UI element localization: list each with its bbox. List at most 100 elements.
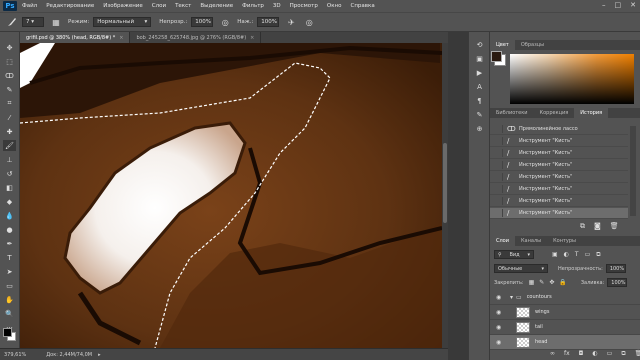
zoom-level[interactable]: 379,61% <box>4 352 26 358</box>
mask-icon[interactable]: ◘ <box>579 350 584 358</box>
fill-field[interactable]: 100% <box>607 278 628 287</box>
history-item[interactable]: / Инструмент "Кисть" <box>490 196 628 207</box>
eye-icon[interactable]: ◉ <box>496 309 506 316</box>
tab-adjustments[interactable]: Коррекция <box>534 108 575 118</box>
menu-help[interactable]: Справка <box>350 3 374 9</box>
layer-row-group[interactable]: ◉ ▾ ▭ countours <box>490 290 640 305</box>
foreground-color-swatch[interactable] <box>3 328 12 337</box>
pen-tool-icon[interactable]: ✒ <box>3 238 16 249</box>
fx-icon[interactable]: fx <box>564 350 570 358</box>
history-scrollbar[interactable] <box>630 126 636 216</box>
history-item[interactable]: / Инструмент "Кисть" <box>490 160 628 171</box>
history-item-selected[interactable]: / Инструмент "Кисть" <box>490 208 628 219</box>
pressure-size-icon[interactable]: ◎ <box>303 16 315 28</box>
brush-panel-icon[interactable]: ▦ <box>50 16 62 28</box>
pressure-opacity-icon[interactable]: ◎ <box>219 16 231 28</box>
menu-3d[interactable]: 3D <box>273 3 281 9</box>
close-tab-icon[interactable]: × <box>250 35 254 41</box>
brush-size-picker[interactable]: 7 ▾ <box>22 17 44 27</box>
color-spectrum[interactable] <box>510 54 634 104</box>
tab-color[interactable]: Цвет <box>490 40 515 50</box>
new-layer-icon[interactable]: ⧉ <box>621 350 625 358</box>
menu-window[interactable]: Окно <box>327 3 342 9</box>
lock-all-icon[interactable]: 🔒 <box>559 279 566 286</box>
tab-swatches[interactable]: Образцы <box>515 40 550 50</box>
shape-tool-icon[interactable]: ▭ <box>3 280 16 291</box>
adjustment-icon[interactable]: ◐ <box>592 350 597 358</box>
filter-smart-icon[interactable]: ⧉ <box>596 251 600 259</box>
layer-opacity-field[interactable]: 100% <box>605 264 626 273</box>
type-tool-icon[interactable]: T <box>3 252 16 263</box>
path-select-icon[interactable]: ➤ <box>3 266 16 277</box>
eye-icon[interactable]: ◉ <box>496 339 506 346</box>
eraser-icon[interactable]: ◧ <box>3 182 16 193</box>
menu-type[interactable]: Текст <box>175 3 191 9</box>
expand-arrow-icon[interactable]: ▾ <box>510 294 513 301</box>
menu-view[interactable]: Просмотр <box>290 3 318 9</box>
status-arrow-icon[interactable]: ▸ <box>98 352 101 358</box>
minimize-icon[interactable]: – <box>602 1 606 9</box>
document-canvas[interactable] <box>20 43 442 348</box>
filter-shape-icon[interactable]: ▭ <box>585 251 591 259</box>
crop-tool-icon[interactable]: ⌗ <box>3 98 16 109</box>
brush-tool-icon[interactable] <box>6 16 18 28</box>
tab-channels[interactable]: Каналы <box>515 236 547 246</box>
zoom-tool-icon[interactable]: 🔍 <box>3 308 16 319</box>
blend-mode-select[interactable]: Обычные ▾ <box>494 264 548 273</box>
mode-select[interactable]: Нормальный ▾ <box>93 17 152 27</box>
quick-select-icon[interactable]: ✎ <box>3 84 16 95</box>
opacity-field[interactable]: 100% <box>191 17 214 27</box>
tab-layers[interactable]: Слои <box>490 236 515 246</box>
history-item[interactable]: / Инструмент "Кисть" <box>490 136 628 147</box>
menu-edit[interactable]: Редактирование <box>46 3 94 9</box>
menu-file[interactable]: Файл <box>22 3 37 9</box>
blur-tool-icon[interactable]: 💧 <box>3 210 16 221</box>
history-item[interactable]: / Инструмент "Кисть" <box>490 184 628 195</box>
color-fg-swatch[interactable] <box>491 51 502 62</box>
lock-transparent-icon[interactable]: ▦ <box>529 279 535 286</box>
filter-type-icon[interactable]: T <box>575 251 579 259</box>
paint-bucket-icon[interactable]: ◆ <box>3 196 16 207</box>
link-icon[interactable]: ∞ <box>550 350 555 358</box>
dodge-tool-icon[interactable]: ● <box>3 224 16 235</box>
character-icon[interactable]: A <box>474 82 485 92</box>
menu-filter[interactable]: Фильтр <box>242 3 264 9</box>
menu-select[interactable]: Выделение <box>200 3 233 9</box>
layer-row[interactable]: ◉ tail <box>490 320 640 335</box>
tab-grifil[interactable]: grifil.psd @ 380% (head, RGB/8#) * × <box>20 32 131 43</box>
new-snapshot-icon[interactable]: ⧉ <box>580 222 585 231</box>
eye-icon[interactable]: ◉ <box>496 294 506 301</box>
filter-pixel-icon[interactable]: ▣ <box>552 251 558 259</box>
tab-bob[interactable]: bob_245258_625748.jpg @ 276% (RGB/8#) × <box>130 32 262 43</box>
lock-paint-icon[interactable]: ✎ <box>539 279 544 286</box>
layer-row[interactable]: ◉ wings <box>490 305 640 320</box>
history-item[interactable]: / Инструмент "Кисть" <box>490 148 628 159</box>
menu-layers[interactable]: Слои <box>152 3 166 9</box>
scrollbar-thumb[interactable] <box>443 143 447 223</box>
fg-bg-colors[interactable] <box>3 328 16 341</box>
tab-history[interactable]: История <box>574 108 609 118</box>
trash-icon[interactable]: 🗑 <box>610 222 619 231</box>
lock-move-icon[interactable]: ✥ <box>549 279 554 286</box>
history-icon[interactable]: ⟲ <box>474 40 485 50</box>
camera-icon[interactable]: ◙ <box>594 222 601 231</box>
history-item[interactable]: ↀ Прямолинейное лассо <box>490 124 628 135</box>
hand-tool-icon[interactable]: ✋ <box>3 294 16 305</box>
eyedropper-icon[interactable]: ⁄ <box>3 112 16 123</box>
eye-icon[interactable]: ◉ <box>496 324 506 331</box>
brushes-icon[interactable]: ✎ <box>474 110 485 120</box>
paragraph-icon[interactable]: ¶ <box>474 96 485 106</box>
healing-brush-icon[interactable]: ✚ <box>3 126 16 137</box>
filter-adjust-icon[interactable]: ◐ <box>564 251 569 259</box>
layer-filter-select[interactable]: ⚲ Вид ▾ <box>494 250 534 259</box>
flow-field[interactable]: 100% <box>257 17 280 27</box>
clone-stamp-icon[interactable]: ⊥ <box>3 154 16 165</box>
airbrush-icon[interactable]: ✈ <box>285 16 297 28</box>
history-item[interactable]: / Инструмент "Кисть" <box>490 172 628 183</box>
clone-source-icon[interactable]: ⊕ <box>474 124 485 134</box>
layer-row-selected[interactable]: ◉ head <box>490 335 640 350</box>
new-group-icon[interactable]: ▭ <box>607 350 613 358</box>
delete-layer-icon[interactable]: 🗑 <box>635 350 640 358</box>
lasso-tool-icon[interactable]: ↀ <box>3 70 16 81</box>
move-tool-icon[interactable]: ✥ <box>3 42 16 53</box>
